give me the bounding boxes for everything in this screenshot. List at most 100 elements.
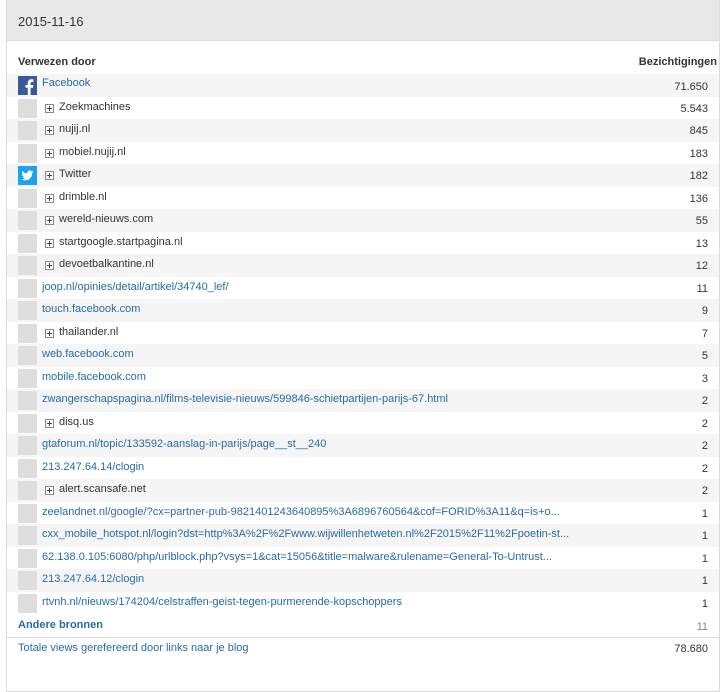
- table-row[interactable]: zwangerschapspagina.nl/films-televisie-n…: [7, 389, 719, 412]
- referrer-link[interactable]: 213.247.64.12/clogin: [42, 573, 144, 585]
- referrer-thumbnail: [18, 98, 37, 118]
- other-sources-link[interactable]: Andere bronnen: [18, 619, 103, 631]
- referrer-link[interactable]: touch.facebook.com: [42, 303, 140, 315]
- view-count: 845: [689, 125, 708, 137]
- referrer-link[interactable]: cxx_mobile_hotspot.nl/login?dst=http%3A%…: [42, 528, 569, 540]
- referrer-link[interactable]: zwangerschapspagina.nl/films-televisie-n…: [42, 393, 448, 405]
- referrer-thumbnail: [18, 278, 37, 298]
- referrer-link[interactable]: mobile.facebook.com: [42, 371, 146, 383]
- expand-icon[interactable]: [45, 216, 54, 225]
- table-row[interactable]: zeelandnet.nl/google/?cx=partner-pub-982…: [7, 502, 719, 525]
- view-count: 2: [701, 485, 708, 497]
- table-row[interactable]: startgoogle.startpagina.nl 13: [7, 232, 719, 255]
- table-row[interactable]: nujij.nl 845: [7, 119, 719, 142]
- view-count: 13: [695, 237, 708, 250]
- expand-icon[interactable]: [45, 328, 54, 338]
- referrer-thumbnail: [18, 436, 37, 455]
- expand-icon[interactable]: [45, 418, 54, 428]
- table-row[interactable]: Zoekmachines 5.543: [7, 97, 719, 120]
- table-row[interactable]: Twitter 182: [7, 164, 719, 187]
- table-row[interactable]: disq.us 2: [7, 412, 719, 435]
- referrer-thumbnail: [18, 346, 37, 365]
- referrer-thumbnail: [18, 481, 37, 500]
- view-count: 9: [701, 305, 708, 317]
- referrer-link[interactable]: 62.138.0.105:6080/php/urlblock.php?vsys=…: [42, 551, 552, 563]
- view-count: 1: [701, 597, 708, 610]
- referrer-link[interactable]: rtvnh.nl/nieuws/174204/celstraffen-geist…: [42, 596, 402, 608]
- referrer-thumbnail: [18, 188, 37, 208]
- referrer-link[interactable]: zeelandnet.nl/google/?cx=partner-pub-982…: [42, 506, 560, 518]
- view-count: 2: [701, 462, 708, 475]
- total-count: 78.680: [674, 643, 708, 655]
- table-row[interactable]: touch.facebook.com 9: [7, 299, 719, 322]
- referrer-group-label: mobiel.nujij.nl: [59, 145, 126, 158]
- referrer-link[interactable]: gtaforum.nl/topic/133592-aanslag-in-pari…: [42, 438, 326, 450]
- referrer-thumbnail: [18, 233, 37, 253]
- view-count: 2: [701, 417, 708, 430]
- referrer-group-label: alert.scansafe.net: [59, 483, 146, 495]
- referrer-thumbnail: [18, 211, 37, 230]
- table-row[interactable]: thailander.nl 7: [7, 322, 719, 345]
- view-count: 7: [701, 327, 708, 340]
- referrer-group-label: Zoekmachines: [59, 100, 131, 113]
- date-title: 2015-11-16: [18, 14, 84, 29]
- table-row[interactable]: joop.nl/opinies/detail/artikel/34740_lef…: [7, 277, 719, 300]
- table-row[interactable]: Facebook 71.650: [7, 74, 719, 97]
- expand-icon[interactable]: [45, 126, 54, 135]
- expand-icon[interactable]: [45, 193, 54, 203]
- referrer-group-label: disq.us: [59, 415, 94, 428]
- table-row[interactable]: 213.247.64.14/clogin 2: [7, 457, 719, 480]
- table-row[interactable]: mobile.facebook.com 3: [7, 367, 719, 390]
- twitter-icon: [18, 166, 37, 185]
- expand-icon[interactable]: [45, 486, 54, 495]
- referrer-group-label: nujij.nl: [59, 123, 91, 135]
- table-row[interactable]: rtvnh.nl/nieuws/174204/celstraffen-geist…: [7, 592, 719, 615]
- view-count: 12: [695, 260, 708, 272]
- table-row[interactable]: wereld-nieuws.com 55: [7, 209, 719, 232]
- referrer-thumbnail: [18, 301, 37, 320]
- referrer-link[interactable]: Facebook: [42, 77, 90, 89]
- view-count: 55: [695, 215, 708, 227]
- referrer-group-label: startgoogle.startpagina.nl: [59, 235, 183, 248]
- referrer-thumbnail: [18, 368, 37, 388]
- referrer-thumbnail: [18, 571, 37, 590]
- referrer-group-label: devoetbalkantine.nl: [59, 258, 154, 270]
- referrer-list: Facebook 71.650 Zoekmachines 5.543 nujij.nl 8…: [7, 74, 719, 614]
- referrer-group-label: thailander.nl: [59, 325, 119, 338]
- referrer-link[interactable]: joop.nl/opinies/detail/artikel/34740_lef…: [42, 281, 229, 293]
- table-row[interactable]: gtaforum.nl/topic/133592-aanslag-in-pari…: [7, 434, 719, 457]
- table-row[interactable]: devoetbalkantine.nl 12: [7, 254, 719, 277]
- referrer-thumbnail: [18, 391, 37, 410]
- view-count: 3: [701, 372, 708, 385]
- view-count: 5.543: [680, 102, 708, 115]
- view-count: 183: [689, 147, 708, 160]
- table-row[interactable]: 62.138.0.105:6080/php/urlblock.php?vsys=…: [7, 547, 719, 570]
- view-count: 5: [701, 350, 708, 362]
- total-row: Totale views gerefereerd door links naar…: [7, 637, 719, 671]
- expand-icon[interactable]: [45, 261, 54, 270]
- expand-icon[interactable]: [45, 148, 54, 158]
- table-row[interactable]: cxx_mobile_hotspot.nl/login?dst=http%3A%…: [7, 524, 719, 547]
- expand-icon[interactable]: [45, 171, 54, 180]
- table-row[interactable]: web.facebook.com 5: [7, 344, 719, 367]
- expand-icon[interactable]: [45, 103, 54, 113]
- referrers-panel: 2015-11-16 Verwezen door Bezichtigingen …: [6, 0, 720, 692]
- referrer-thumbnail: [18, 143, 37, 163]
- referrer-link[interactable]: web.facebook.com: [42, 348, 134, 360]
- table-row[interactable]: mobiel.nujij.nl 183: [7, 142, 719, 165]
- table-row[interactable]: 213.247.64.12/clogin 1: [7, 569, 719, 592]
- view-count: 182: [689, 170, 708, 182]
- table-row[interactable]: alert.scansafe.net 2: [7, 479, 719, 502]
- other-sources-row[interactable]: Andere bronnen 11: [7, 614, 719, 637]
- table-row[interactable]: drimble.nl 136: [7, 187, 719, 210]
- referrer-group-label: Twitter: [59, 168, 92, 180]
- expand-icon[interactable]: [45, 238, 54, 248]
- referrer-group-label: wereld-nieuws.com: [59, 213, 154, 225]
- referrer-thumbnail: [18, 548, 37, 568]
- referrer-thumbnail: [18, 413, 37, 433]
- view-count: 2: [701, 395, 708, 407]
- total-label-link[interactable]: Totale views gerefereerd door links naar…: [18, 642, 249, 654]
- view-count: 1: [701, 530, 708, 542]
- referrer-link[interactable]: 213.247.64.14/clogin: [42, 461, 144, 473]
- view-count: 136: [689, 192, 708, 205]
